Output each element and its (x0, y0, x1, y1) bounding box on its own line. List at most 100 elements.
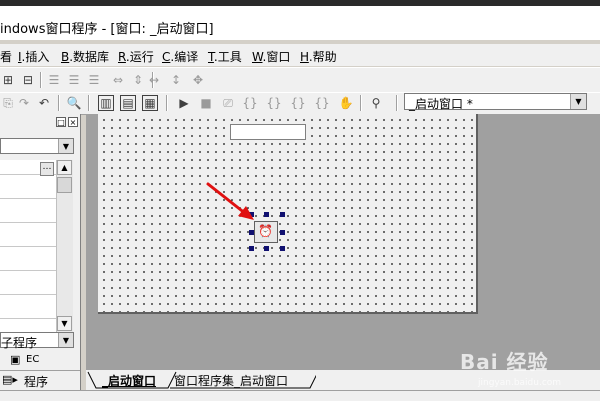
step-into-icon[interactable]: {} (242, 95, 258, 111)
same-width-icon[interactable]: ⇔ (110, 72, 126, 88)
menu-help[interactable]: H.帮助 (300, 48, 337, 65)
resize-handle[interactable] (280, 230, 285, 235)
stop-icon[interactable]: ■ (198, 95, 214, 111)
hand-icon[interactable]: ✋ (338, 95, 354, 111)
menu-database-key: B (61, 50, 70, 64)
scroll-up-icon[interactable]: ▲ (57, 160, 72, 175)
align-center-icon[interactable]: ⊟ (20, 72, 36, 88)
grid-line (0, 198, 56, 199)
binoculars-icon[interactable]: ⚲ (368, 95, 384, 111)
chevron-down-icon[interactable]: ▼ (58, 333, 73, 347)
copy-icon[interactable]: ⎘ (0, 95, 16, 111)
run-to-cursor-icon[interactable]: {} (314, 95, 330, 111)
edit-box-control[interactable] (230, 124, 306, 140)
ellipsis-button[interactable]: … (40, 162, 54, 176)
resize-handle[interactable] (249, 246, 254, 251)
maximize-icon[interactable]: □ (56, 117, 66, 127)
run-icon[interactable]: ▶ (176, 95, 192, 111)
menu-help-key: H (300, 50, 309, 64)
menu-database[interactable]: B.数据库 (61, 48, 109, 65)
toolbar-separator (88, 95, 90, 111)
grid-line (0, 246, 56, 247)
tab-window-assembly[interactable]: 窗口程序集_启动窗口 (174, 372, 288, 390)
chevron-down-icon[interactable]: ▼ (570, 94, 586, 109)
step-out-icon[interactable]: {} (290, 95, 306, 111)
toolbar-separator (58, 95, 60, 111)
menu-view-label: 看 (0, 50, 13, 64)
property-panel: □ × ▼ … ▲ ▼ 子程序 ▼ ▣ EC ▤▸ 程序 (0, 114, 81, 390)
grid-line (0, 270, 56, 271)
toolbar-separator (40, 72, 42, 88)
align-bottom-icon[interactable]: ☰ (86, 72, 102, 88)
menu-compile[interactable]: C.编译 (162, 48, 198, 65)
center-form-icon[interactable]: ✥ (190, 72, 206, 88)
window-title: indows窗口程序 - [窗口: _启动窗口] (0, 22, 214, 37)
timer-component-icon: ⏰ (258, 224, 273, 238)
menu-compile-label: .编译 (170, 50, 199, 64)
alignment-toolbar: ⊞ ⊟ ☰ ☰ ☰ ⇔ ⇕ ↔ ↕ ✥ (0, 67, 600, 93)
ec-tab[interactable]: ▣ EC (0, 351, 80, 369)
scroll-thumb[interactable] (57, 177, 72, 193)
watermark-logo: Bai 经验 (460, 350, 549, 374)
step-over-icon[interactable]: {} (266, 95, 282, 111)
property-grid[interactable] (0, 160, 56, 344)
chevron-down-icon[interactable]: ▼ (58, 139, 73, 153)
property-panel-icon[interactable]: ▥ (98, 95, 114, 111)
window-select-value: _启动窗口 * (409, 97, 473, 111)
horizontal-space-icon[interactable]: ↔ (146, 72, 162, 88)
align-top-icon[interactable]: ☰ (46, 72, 62, 88)
align-left-icon[interactable]: ⊞ (0, 72, 16, 88)
window-select[interactable]: _启动窗口 * ▼ (404, 93, 587, 111)
menu-window-key: W (252, 50, 263, 64)
menu-run-key: R (118, 50, 126, 64)
menu-tools[interactable]: T.工具 (208, 48, 242, 65)
resize-handle[interactable] (280, 246, 285, 251)
find-icon[interactable]: 🔍 (66, 95, 82, 111)
align-middle-icon[interactable]: ☰ (66, 72, 82, 88)
panel-header: □ × (0, 114, 80, 127)
property-scrollbar[interactable]: ▲ ▼ (56, 160, 73, 344)
menu-insert[interactable]: I.插入 (18, 48, 49, 65)
watermark-url: jingyan.baidu.com (478, 378, 562, 388)
menu-insert-label: .插入 (21, 50, 50, 64)
subprogram-select-value: 子程序 (1, 336, 38, 350)
toolbar-separator (360, 95, 362, 111)
same-height-icon[interactable]: ⇕ (130, 72, 146, 88)
menu-run-label: .运行 (125, 50, 154, 64)
scroll-down-icon[interactable]: ▼ (57, 316, 72, 331)
red-arrow-icon (206, 182, 254, 220)
menu-window[interactable]: W.窗口 (252, 48, 290, 65)
menu-window-label: .窗口 (262, 50, 291, 64)
ec-tab-label: EC (26, 354, 40, 365)
menu-help-label: .帮助 (308, 50, 337, 64)
step-icon[interactable]: ⎚ (220, 95, 236, 111)
resize-handle[interactable] (249, 230, 254, 235)
menu-run[interactable]: R.运行 (118, 48, 154, 65)
component-select[interactable]: ▼ (0, 138, 74, 154)
program-tab[interactable]: ▤▸ 程序 (0, 370, 80, 389)
arrow-shaft (206, 182, 248, 216)
title-bar: indows窗口程序 - [窗口: _启动窗口] (0, 6, 600, 40)
program-icon: ▤▸ (2, 373, 18, 386)
grid-line (0, 294, 56, 295)
resize-handle[interactable] (264, 212, 269, 217)
menu-database-label: .数据库 (69, 50, 110, 64)
output-panel-icon[interactable]: ▤ (120, 95, 136, 111)
redo-icon[interactable]: ↷ (16, 95, 32, 111)
resize-handle[interactable] (264, 246, 269, 251)
toolbar-separator (396, 95, 398, 111)
undo-icon[interactable]: ↶ (36, 95, 52, 111)
subprogram-select[interactable]: 子程序 ▼ (0, 332, 74, 350)
component-box-icon[interactable]: ▦ (142, 95, 158, 111)
toolbar-separator (166, 95, 168, 111)
ec-icon: ▣ (10, 353, 21, 366)
form-canvas[interactable] (98, 114, 478, 314)
status-bar (0, 390, 600, 401)
vertical-space-icon[interactable]: ↕ (168, 72, 184, 88)
resize-handle[interactable] (280, 212, 285, 217)
grid-line (0, 222, 56, 223)
menu-view[interactable]: 看 (0, 48, 12, 65)
tab-start-window[interactable]: _启动窗口 (102, 372, 156, 390)
grid-line (0, 318, 56, 319)
close-icon[interactable]: × (68, 117, 78, 127)
